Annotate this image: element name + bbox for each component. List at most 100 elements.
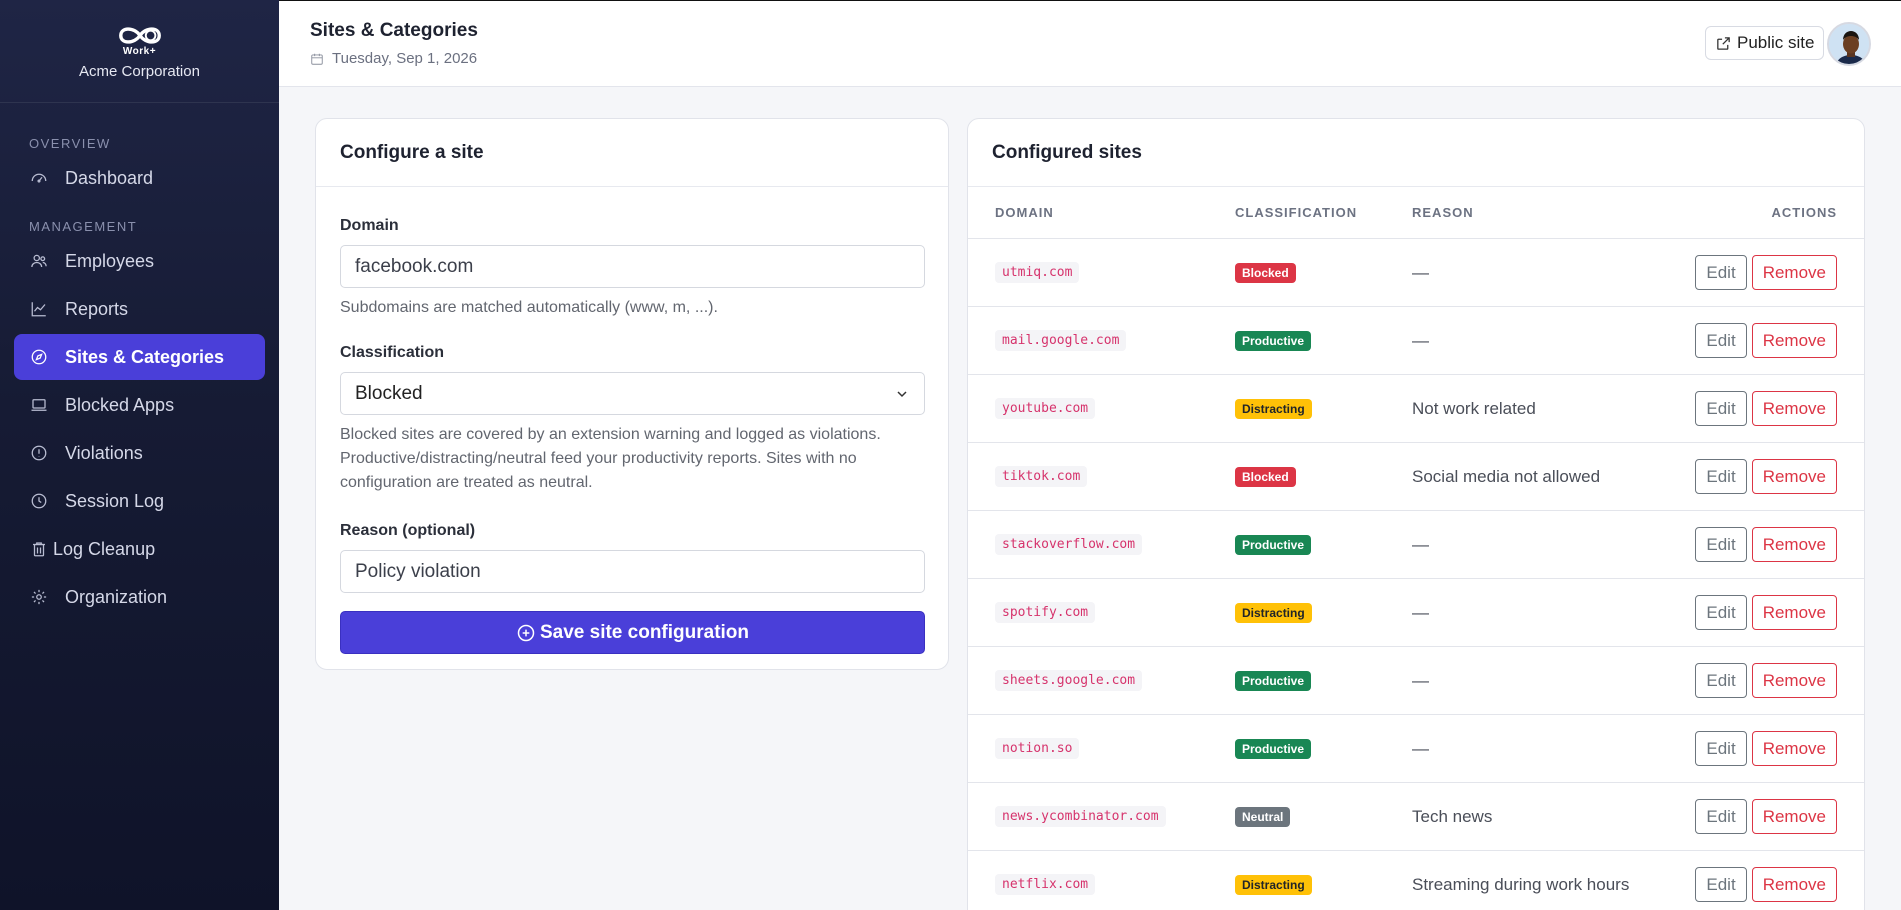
row-actions: Edit Remove <box>1695 731 1837 766</box>
laptop-icon <box>29 395 49 415</box>
edit-button[interactable]: Edit <box>1695 391 1747 426</box>
edit-button[interactable]: Edit <box>1695 867 1747 902</box>
sidebar-item-sites-categories[interactable]: Sites & Categories <box>14 334 265 380</box>
table-row: utmiq.com Blocked — Edit Remove <box>968 239 1864 307</box>
row-actions: Edit Remove <box>1695 799 1837 834</box>
classification-select[interactable]: Blocked <box>340 372 925 415</box>
sidebar-item-label: Session Log <box>65 490 165 511</box>
remove-button[interactable]: Remove <box>1751 595 1837 630</box>
row-actions: Edit Remove <box>1695 663 1837 698</box>
save-site-configuration-button[interactable]: Save site configuration <box>340 611 925 654</box>
remove-button[interactable]: Remove <box>1751 459 1837 494</box>
edit-button[interactable]: Edit <box>1695 323 1747 358</box>
gear-icon <box>29 587 49 607</box>
site-form: Domain facebook.com Subdomains are match… <box>316 217 948 654</box>
edit-button[interactable]: Edit <box>1695 799 1747 834</box>
sidebar-item-dashboard[interactable]: Dashboard <box>14 155 265 201</box>
page-title: Sites & Categories <box>310 20 478 41</box>
chevron-down-icon <box>897 390 907 397</box>
domain-cell: youtube.com <box>995 398 1096 419</box>
remove-button[interactable]: Remove <box>1751 527 1837 562</box>
remove-button[interactable]: Remove <box>1751 867 1837 902</box>
column-header-domain[interactable]: DOMAIN <box>995 205 1054 220</box>
sidebar-item-blocked-apps[interactable]: Blocked Apps <box>14 382 265 428</box>
remove-button[interactable]: Remove <box>1751 799 1837 834</box>
edit-button[interactable]: Edit <box>1695 255 1747 290</box>
classification-badge: Distracting <box>1235 398 1312 419</box>
sidebar-item-label: Dashboard <box>65 167 154 188</box>
public-site-button[interactable]: Public site <box>1705 26 1825 60</box>
trash-icon <box>29 539 49 559</box>
sidebar-item-label: Blocked Apps <box>65 394 175 415</box>
classification-badge: Blocked <box>1235 466 1296 487</box>
users-icon <box>29 251 49 271</box>
edit-button[interactable]: Edit <box>1695 731 1747 766</box>
remove-button[interactable]: Remove <box>1751 391 1837 426</box>
table-body: utmiq.com Blocked — Edit Remove mail.google.c… <box>968 239 1864 910</box>
infinity-logo-icon <box>118 26 161 44</box>
nav-section-overview: OVERVIEW <box>29 136 111 151</box>
column-header-classification[interactable]: CLASSIFICATION <box>1235 205 1357 220</box>
table-row: stackoverflow.com Productive — Edit Remove <box>968 511 1864 579</box>
column-header-actions: ACTIONS <box>1771 205 1837 220</box>
domain-cell: notion.so <box>995 738 1080 759</box>
classification-badge: Productive <box>1235 534 1312 555</box>
reason-cell: — <box>1412 262 1429 282</box>
configure-site-card: Configure a site Domain facebook.com Sub… <box>315 118 949 670</box>
sidebar-item-session-log[interactable]: Session Log <box>14 478 265 524</box>
sidebar-item-violations[interactable]: Violations <box>14 430 265 476</box>
domain-cell: tiktok.com <box>995 466 1088 487</box>
edit-button[interactable]: Edit <box>1695 595 1747 630</box>
calendar-icon <box>311 53 323 65</box>
sidebar-item-organization[interactable]: Organization <box>14 574 265 620</box>
domain-input[interactable]: facebook.com <box>340 245 925 288</box>
reason-cell: — <box>1412 670 1429 690</box>
classification-badge: Blocked <box>1235 262 1296 283</box>
sidebar-item-employees[interactable]: Employees <box>14 238 265 284</box>
plus-circle-icon <box>517 624 535 641</box>
avatar[interactable] <box>1827 22 1871 66</box>
row-actions: Edit Remove <box>1695 867 1837 902</box>
row-actions: Edit Remove <box>1695 527 1837 562</box>
sidebar-item-reports[interactable]: Reports <box>14 286 265 332</box>
row-actions: Edit Remove <box>1695 255 1837 290</box>
brand: Work+ Acme Corporation <box>0 0 279 103</box>
alert-circle-icon <box>29 443 49 463</box>
row-actions: Edit Remove <box>1695 459 1837 494</box>
table-row: notion.so Productive — Edit Remove <box>968 715 1864 783</box>
chart-line-icon <box>29 299 49 319</box>
app-logo[interactable]: Work+ <box>113 23 167 57</box>
row-actions: Edit Remove <box>1695 391 1837 426</box>
table-row: netflix.com Distracting Streaming during w… <box>968 851 1864 910</box>
org-name: Acme Corporation <box>79 62 200 80</box>
table-header: DOMAIN CLASSIFICATION REASON ACTIONS <box>968 187 1864 239</box>
remove-button[interactable]: Remove <box>1751 255 1837 290</box>
sidebar: Work+ Acme Corporation OVERVIEW Dashboar… <box>0 0 279 910</box>
sidebar-item-label: Violations <box>65 442 143 463</box>
classification-badge: Distracting <box>1235 874 1312 895</box>
reason-input[interactable]: Policy violation <box>340 550 925 593</box>
sidebar-item-label: Employees <box>65 250 155 271</box>
save-button-label: Save site configuration <box>539 621 750 643</box>
user-avatar-icon <box>1829 24 1869 64</box>
row-actions: Edit Remove <box>1695 595 1837 630</box>
table-row: sheets.google.com Productive — Edit Remove <box>968 647 1864 715</box>
configured-sites-title: Configured sites <box>968 119 1864 187</box>
domain-cell: netflix.com <box>995 874 1096 895</box>
table-row: mail.google.com Productive — Edit Remove <box>968 307 1864 375</box>
reason-cell: Social media not allowed <box>1412 466 1601 486</box>
remove-button[interactable]: Remove <box>1751 663 1837 698</box>
classification-badge: Distracting <box>1235 602 1312 623</box>
nav-section-management: MANAGEMENT <box>29 219 138 234</box>
column-header-reason[interactable]: REASON <box>1412 205 1474 220</box>
edit-button[interactable]: Edit <box>1695 459 1747 494</box>
classification-badge: Productive <box>1235 670 1312 691</box>
edit-button[interactable]: Edit <box>1695 663 1747 698</box>
row-actions: Edit Remove <box>1695 323 1837 358</box>
remove-button[interactable]: Remove <box>1751 731 1837 766</box>
table-row: tiktok.com Blocked Social media not allowe… <box>968 443 1864 511</box>
remove-button[interactable]: Remove <box>1751 323 1837 358</box>
gauge-icon <box>29 168 49 188</box>
sidebar-item-log-cleanup[interactable]: Log Cleanup <box>14 526 265 572</box>
edit-button[interactable]: Edit <box>1695 527 1747 562</box>
